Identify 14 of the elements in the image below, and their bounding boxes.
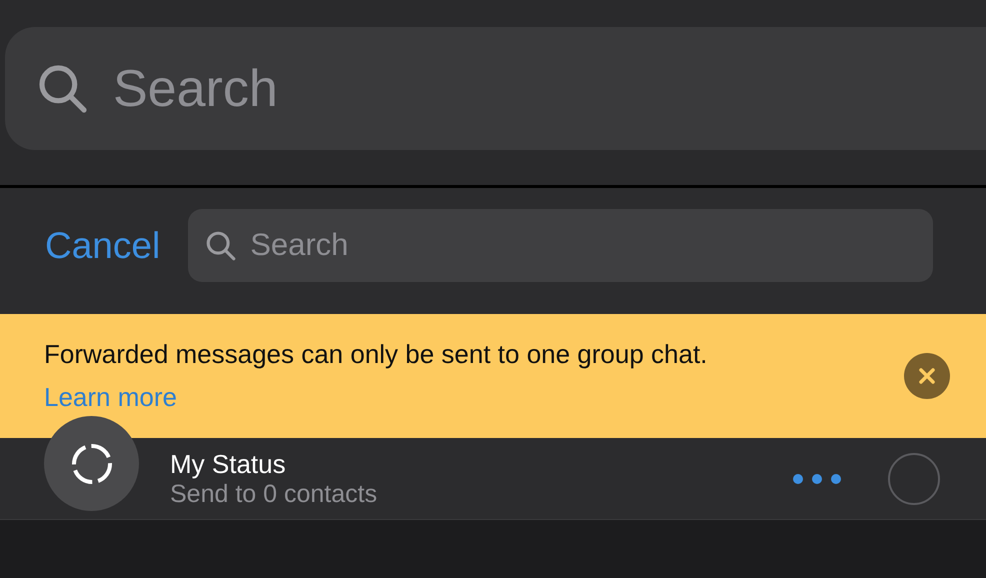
row-subtitle: Send to 0 contacts xyxy=(170,478,378,508)
row-title: My Status xyxy=(170,448,287,478)
status-ring-icon xyxy=(70,442,114,486)
learn-more-link[interactable]: Learn more xyxy=(44,378,904,417)
search-field[interactable]: Search xyxy=(5,27,986,150)
search-icon xyxy=(204,228,238,262)
close-button[interactable] xyxy=(904,353,950,399)
notice-message: Forwarded messages can only be sent to one group chat. xyxy=(44,338,708,371)
select-radio[interactable] xyxy=(888,452,940,504)
more-icon[interactable] xyxy=(792,472,842,484)
close-icon xyxy=(917,366,937,386)
search-input[interactable]: Search xyxy=(250,222,850,269)
cancel-button[interactable]: Cancel xyxy=(45,218,160,274)
search-field[interactable]: Search xyxy=(188,209,934,282)
